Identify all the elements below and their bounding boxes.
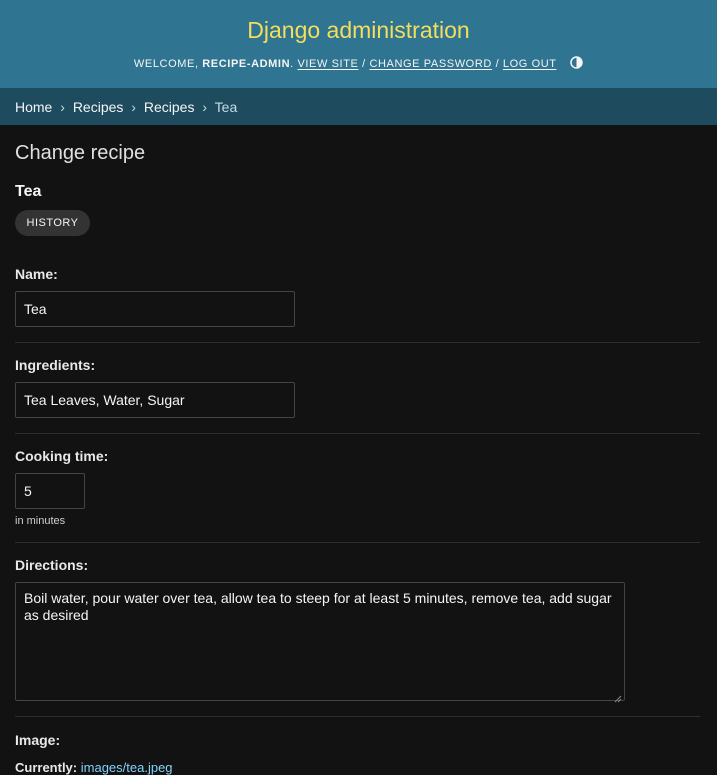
site-header: Django administration Welcome, recipe-ad… <box>0 0 717 88</box>
name-label: Name: <box>15 266 58 282</box>
ingredients-label: Ingredients: <box>15 357 96 373</box>
currently-label: Currently: <box>15 760 78 775</box>
name-field[interactable] <box>15 291 295 327</box>
separator: / <box>495 58 500 70</box>
change-password-link[interactable]: Change password <box>369 58 491 70</box>
divider <box>15 342 700 343</box>
current-image-link[interactable]: images/tea.jpeg <box>81 760 173 775</box>
welcome-text: Welcome, <box>133 58 199 70</box>
divider <box>15 433 700 434</box>
cooking-time-label: Cooking time: <box>15 448 109 464</box>
ingredients-field[interactable] <box>15 382 295 418</box>
image-label: Image: <box>15 732 61 748</box>
contrast-icon[interactable] <box>570 56 583 69</box>
breadcrumb-separator: › <box>202 99 208 115</box>
username: recipe-admin <box>202 58 291 70</box>
divider <box>15 542 700 543</box>
view-site-link[interactable]: View site <box>297 58 358 70</box>
directions-label: Directions: <box>15 557 89 573</box>
divider <box>15 716 700 717</box>
breadcrumb: Home › Recipes › Recipes › Tea <box>0 88 717 125</box>
site-name[interactable]: Django administration <box>0 17 717 44</box>
breadcrumb-home[interactable]: Home <box>15 99 52 115</box>
cooking-time-field[interactable] <box>15 473 85 509</box>
separator: / <box>362 58 366 70</box>
cooking-time-help: in minutes <box>15 515 66 527</box>
directions-text: Boil water, pour water over tea, allow t… <box>24 590 612 623</box>
breadcrumb-model-recipes[interactable]: Recipes <box>144 99 195 115</box>
breadcrumb-app-recipes[interactable]: Recipes <box>73 99 124 115</box>
object-title: Tea <box>15 183 42 200</box>
breadcrumb-separator: › <box>60 99 65 115</box>
log-out-link[interactable]: Log out <box>503 58 557 70</box>
breadcrumb-separator: › <box>131 99 136 115</box>
history-button[interactable]: History <box>15 210 90 236</box>
directions-textarea[interactable]: Boil water, pour water over tea, allow t… <box>15 582 625 703</box>
resize-handle-icon[interactable] <box>614 690 622 703</box>
user-tools: Welcome, recipe-admin. View site / Chang… <box>0 56 717 70</box>
page-title: Change recipe <box>15 142 146 164</box>
image-currently: Currently: images/tea.jpeg <box>15 760 173 775</box>
breadcrumb-current: Tea <box>214 99 238 115</box>
